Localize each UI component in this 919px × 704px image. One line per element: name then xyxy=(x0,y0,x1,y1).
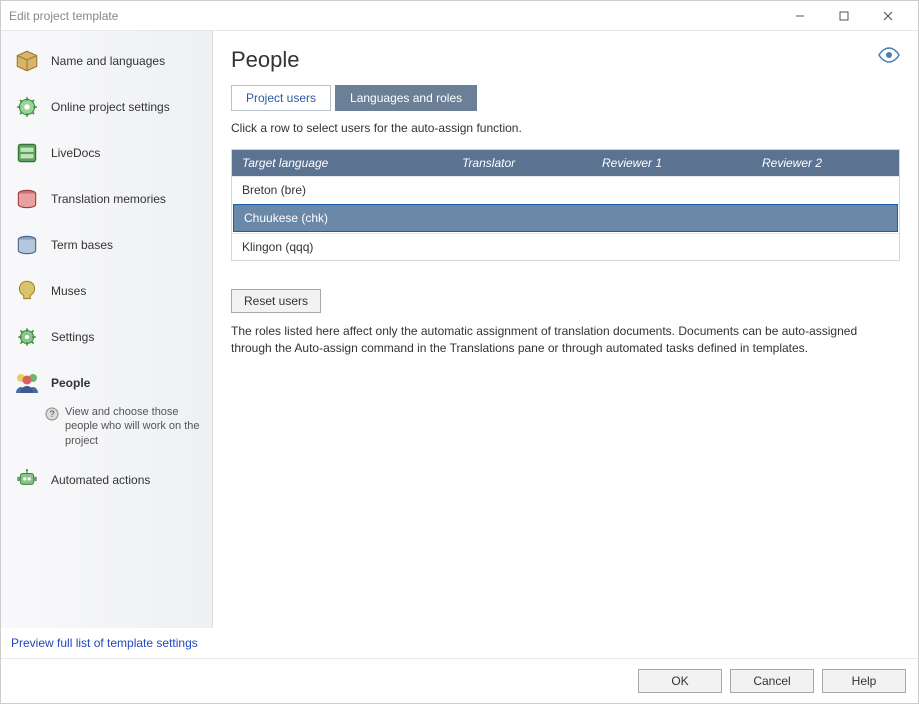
cell-target-language: Chuukese (chk) xyxy=(244,211,454,225)
sidebar-item-muses[interactable]: Muses xyxy=(5,269,208,313)
glossary-icon xyxy=(13,231,41,259)
preview-template-settings-link[interactable]: Preview full list of template settings xyxy=(11,636,198,650)
page-title: People xyxy=(231,47,878,73)
eye-icon[interactable] xyxy=(878,47,900,66)
maximize-button[interactable] xyxy=(822,1,866,31)
footer-links: Preview full list of template settings xyxy=(1,628,918,658)
cancel-button[interactable]: Cancel xyxy=(730,669,814,693)
cabinet-icon xyxy=(13,139,41,167)
col-reviewer1[interactable]: Reviewer 1 xyxy=(592,150,752,176)
table-header: Target language Translator Reviewer 1 Re… xyxy=(232,150,899,176)
gear-cloud-icon xyxy=(13,93,41,121)
sidebar-item-label: Term bases xyxy=(51,238,113,252)
main-panel: People Project users Languages and roles… xyxy=(213,31,918,628)
sidebar-item-label: Automated actions xyxy=(51,473,150,487)
help-icon: ? xyxy=(45,407,59,421)
cell-reviewer1 xyxy=(592,183,752,197)
memory-icon xyxy=(13,185,41,213)
robot-icon xyxy=(13,466,41,494)
table-row[interactable]: Klingon (qqq) xyxy=(232,233,899,260)
svg-text:?: ? xyxy=(49,409,54,419)
sidebar-item-livedocs[interactable]: LiveDocs xyxy=(5,131,208,175)
sidebar-item-label: Online project settings xyxy=(51,100,170,114)
people-icon xyxy=(13,369,41,397)
reset-users-button[interactable]: Reset users xyxy=(231,289,321,313)
tabs: Project users Languages and roles xyxy=(231,85,900,111)
cell-target-language: Breton (bre) xyxy=(242,183,452,197)
cell-translator xyxy=(454,211,594,225)
titlebar: Edit project template xyxy=(1,1,918,31)
sidebar-item-label: Name and languages xyxy=(51,54,165,68)
cell-target-language: Klingon (qqq) xyxy=(242,240,452,254)
sidebar: Name and languages Online project settin… xyxy=(1,31,213,628)
window-controls xyxy=(778,1,910,31)
sidebar-item-people-desc-row: ? View and choose those people who will … xyxy=(45,405,208,448)
cell-reviewer1 xyxy=(594,211,754,225)
tab-project-users[interactable]: Project users xyxy=(231,85,331,111)
note-text: The roles listed here affect only the au… xyxy=(231,323,891,357)
sidebar-item-settings[interactable]: Settings xyxy=(5,315,208,359)
sidebar-item-label: Muses xyxy=(51,284,86,298)
sidebar-item-label: Translation memories xyxy=(51,192,166,206)
col-reviewer2[interactable]: Reviewer 2 xyxy=(752,150,899,176)
sidebar-item-people[interactable]: People xyxy=(5,361,208,405)
cell-translator xyxy=(452,183,592,197)
ok-button[interactable]: OK xyxy=(638,669,722,693)
sidebar-item-online-project-settings[interactable]: Online project settings xyxy=(5,85,208,129)
sidebar-item-label: Settings xyxy=(51,330,94,344)
sidebar-item-name-languages[interactable]: Name and languages xyxy=(5,39,208,83)
cell-reviewer1 xyxy=(592,240,752,254)
sidebar-item-label: People xyxy=(51,376,90,390)
gear-icon xyxy=(13,323,41,351)
cell-reviewer2 xyxy=(754,211,887,225)
cell-reviewer2 xyxy=(752,183,889,197)
minimize-button[interactable] xyxy=(778,1,822,31)
roles-table: Target language Translator Reviewer 1 Re… xyxy=(231,149,900,261)
window-title: Edit project template xyxy=(9,9,778,23)
sidebar-item-people-desc: View and choose those people who will wo… xyxy=(65,405,202,448)
tab-languages-and-roles[interactable]: Languages and roles xyxy=(335,85,477,111)
sidebar-item-translation-memories[interactable]: Translation memories xyxy=(5,177,208,221)
sidebar-item-automated-actions[interactable]: Automated actions xyxy=(5,458,208,502)
table-row[interactable]: Chuukese (chk) xyxy=(233,204,898,232)
cell-translator xyxy=(452,240,592,254)
box-icon xyxy=(13,47,41,75)
help-button[interactable]: Help xyxy=(822,669,906,693)
col-translator[interactable]: Translator xyxy=(452,150,592,176)
sidebar-item-label: LiveDocs xyxy=(51,146,100,160)
close-button[interactable] xyxy=(866,1,910,31)
col-target-language[interactable]: Target language xyxy=(232,150,452,176)
muses-icon xyxy=(13,277,41,305)
instruction-text: Click a row to select users for the auto… xyxy=(231,121,900,135)
sidebar-item-term-bases[interactable]: Term bases xyxy=(5,223,208,267)
table-row[interactable]: Breton (bre) xyxy=(232,176,899,203)
dialog-footer: OK Cancel Help xyxy=(1,658,918,703)
cell-reviewer2 xyxy=(752,240,889,254)
